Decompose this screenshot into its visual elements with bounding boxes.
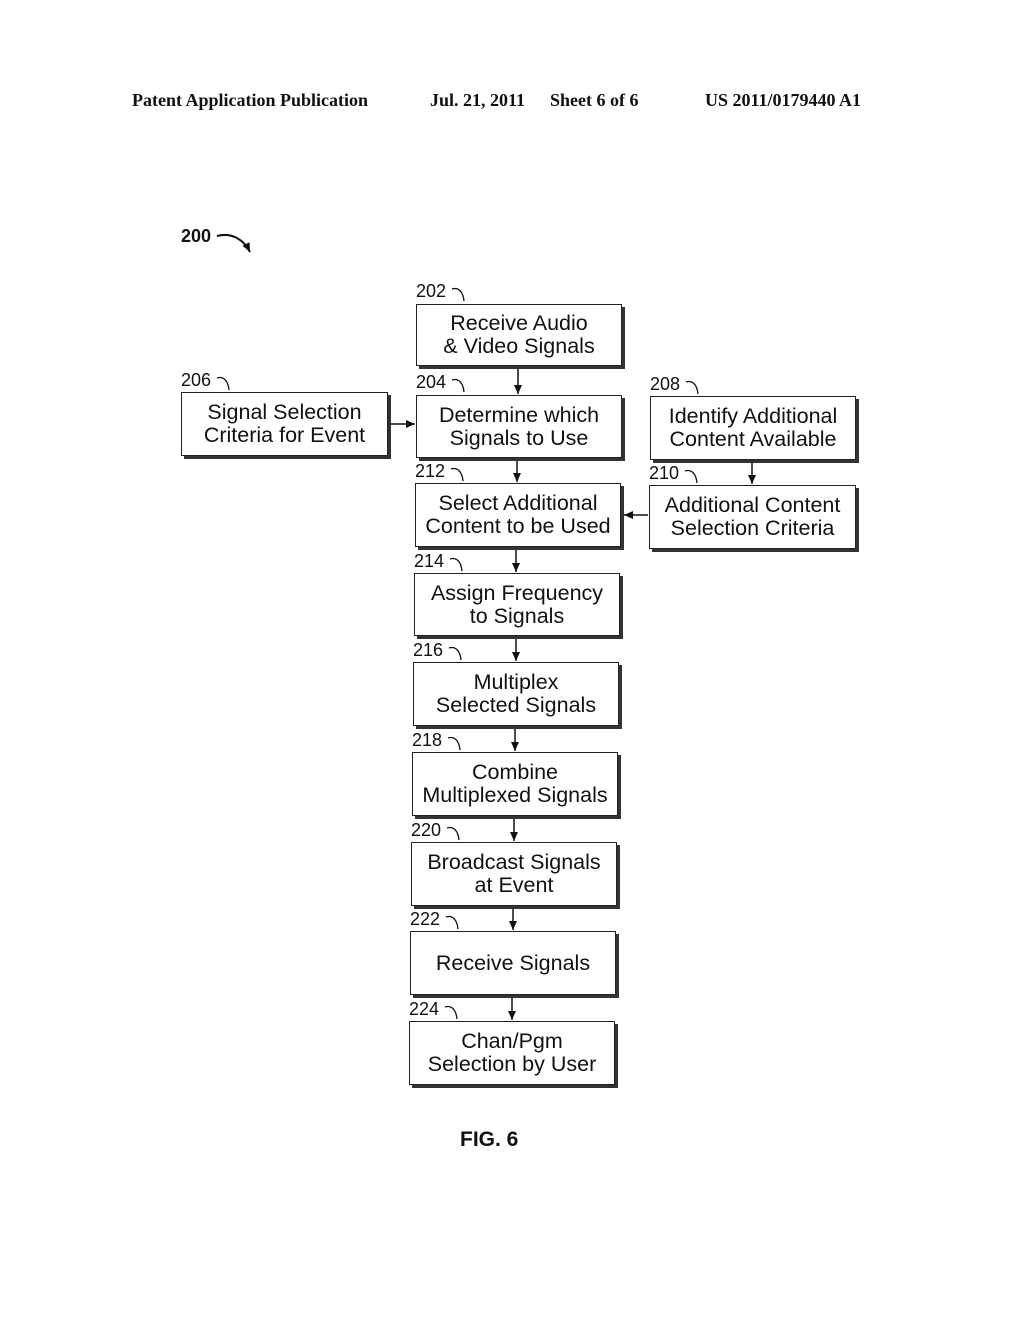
flow-connectors [216, 234, 756, 1020]
ref-hook-216 [448, 646, 462, 661]
figure-caption: FIG. 6 [460, 1128, 519, 1151]
header-publication: Patent Application Publication [132, 90, 369, 110]
step-206-text: Signal Selection Criteria for Event [203, 400, 366, 447]
ref-hook-224 [444, 1005, 458, 1020]
step-218-text: Combine Multiplexed Signals [422, 760, 608, 807]
step-220-box: Broadcast Signals at Event [411, 842, 617, 906]
step-214-text: Assign Frequency to Signals [430, 580, 604, 628]
ref-214: 214 [414, 551, 445, 571]
ref-206: 206 [181, 370, 212, 390]
step-224-text: Chan/Pgm Selection by User [427, 1029, 597, 1076]
ref-216: 216 [413, 640, 444, 660]
step-204-text: Determine which Signals to Use [438, 402, 600, 450]
step-206-box: Signal Selection Criteria for Event [181, 392, 388, 456]
step-210-box: Additional Content Selection Criteria [649, 485, 856, 549]
step-202-box: Receive Audio & Video Signals [416, 304, 622, 366]
step-218-box: Combine Multiplexed Signals [412, 752, 618, 816]
header-date: Jul. 21, 2011 [430, 90, 526, 110]
ref-220: 220 [411, 820, 442, 840]
ref-hook-214 [449, 557, 463, 572]
step-202-text: Receive Audio & Video Signals [443, 311, 595, 358]
step-204-box: Determine which Signals to Use [416, 395, 622, 458]
step-212-box: Select Additional Content to be Used [415, 483, 621, 547]
ref-224: 224 [409, 999, 440, 1019]
ref-hook-210 [684, 469, 698, 484]
figure-ref-arrow [216, 234, 251, 253]
step-210-text: Additional Content Selection Criteria [664, 493, 841, 540]
ref-hook-218 [447, 736, 461, 751]
ref-hook-212 [450, 467, 464, 482]
ref-222: 222 [410, 909, 441, 929]
ref-212: 212 [415, 461, 446, 481]
figure-ref-label: 200 [181, 226, 212, 246]
step-212-text: Select Additional Content to be Used [425, 491, 611, 538]
ref-hook-222 [445, 915, 459, 930]
ref-210: 210 [649, 463, 680, 483]
step-208-box: Identify Additional Content Available [650, 396, 856, 460]
step-208-text: Identify Additional Content Available [668, 404, 838, 451]
ref-hook-202 [451, 287, 465, 302]
ref-hook-208 [685, 380, 699, 395]
ref-208: 208 [650, 374, 681, 394]
step-214-box: Assign Frequency to Signals [414, 573, 620, 636]
header-sheet: Sheet 6 of 6 [550, 90, 639, 110]
step-220-text: Broadcast Signals at Event [427, 850, 601, 897]
step-216-text: Multiplex Selected Signals [435, 670, 597, 717]
ref-202: 202 [416, 281, 447, 301]
ref-hook-220 [446, 826, 460, 841]
step-216-box: Multiplex Selected Signals [413, 662, 619, 726]
header-patent-number: US 2011/0179440 A1 [705, 90, 862, 110]
ref-218: 218 [412, 730, 443, 750]
step-222-box: Receive Signals [410, 931, 616, 995]
step-224-box: Chan/Pgm Selection by User [409, 1021, 615, 1085]
step-222-text: Receive Signals [435, 950, 591, 975]
ref-hook-204 [451, 378, 465, 393]
ref-204: 204 [416, 372, 447, 392]
ref-hook-206 [216, 376, 230, 391]
